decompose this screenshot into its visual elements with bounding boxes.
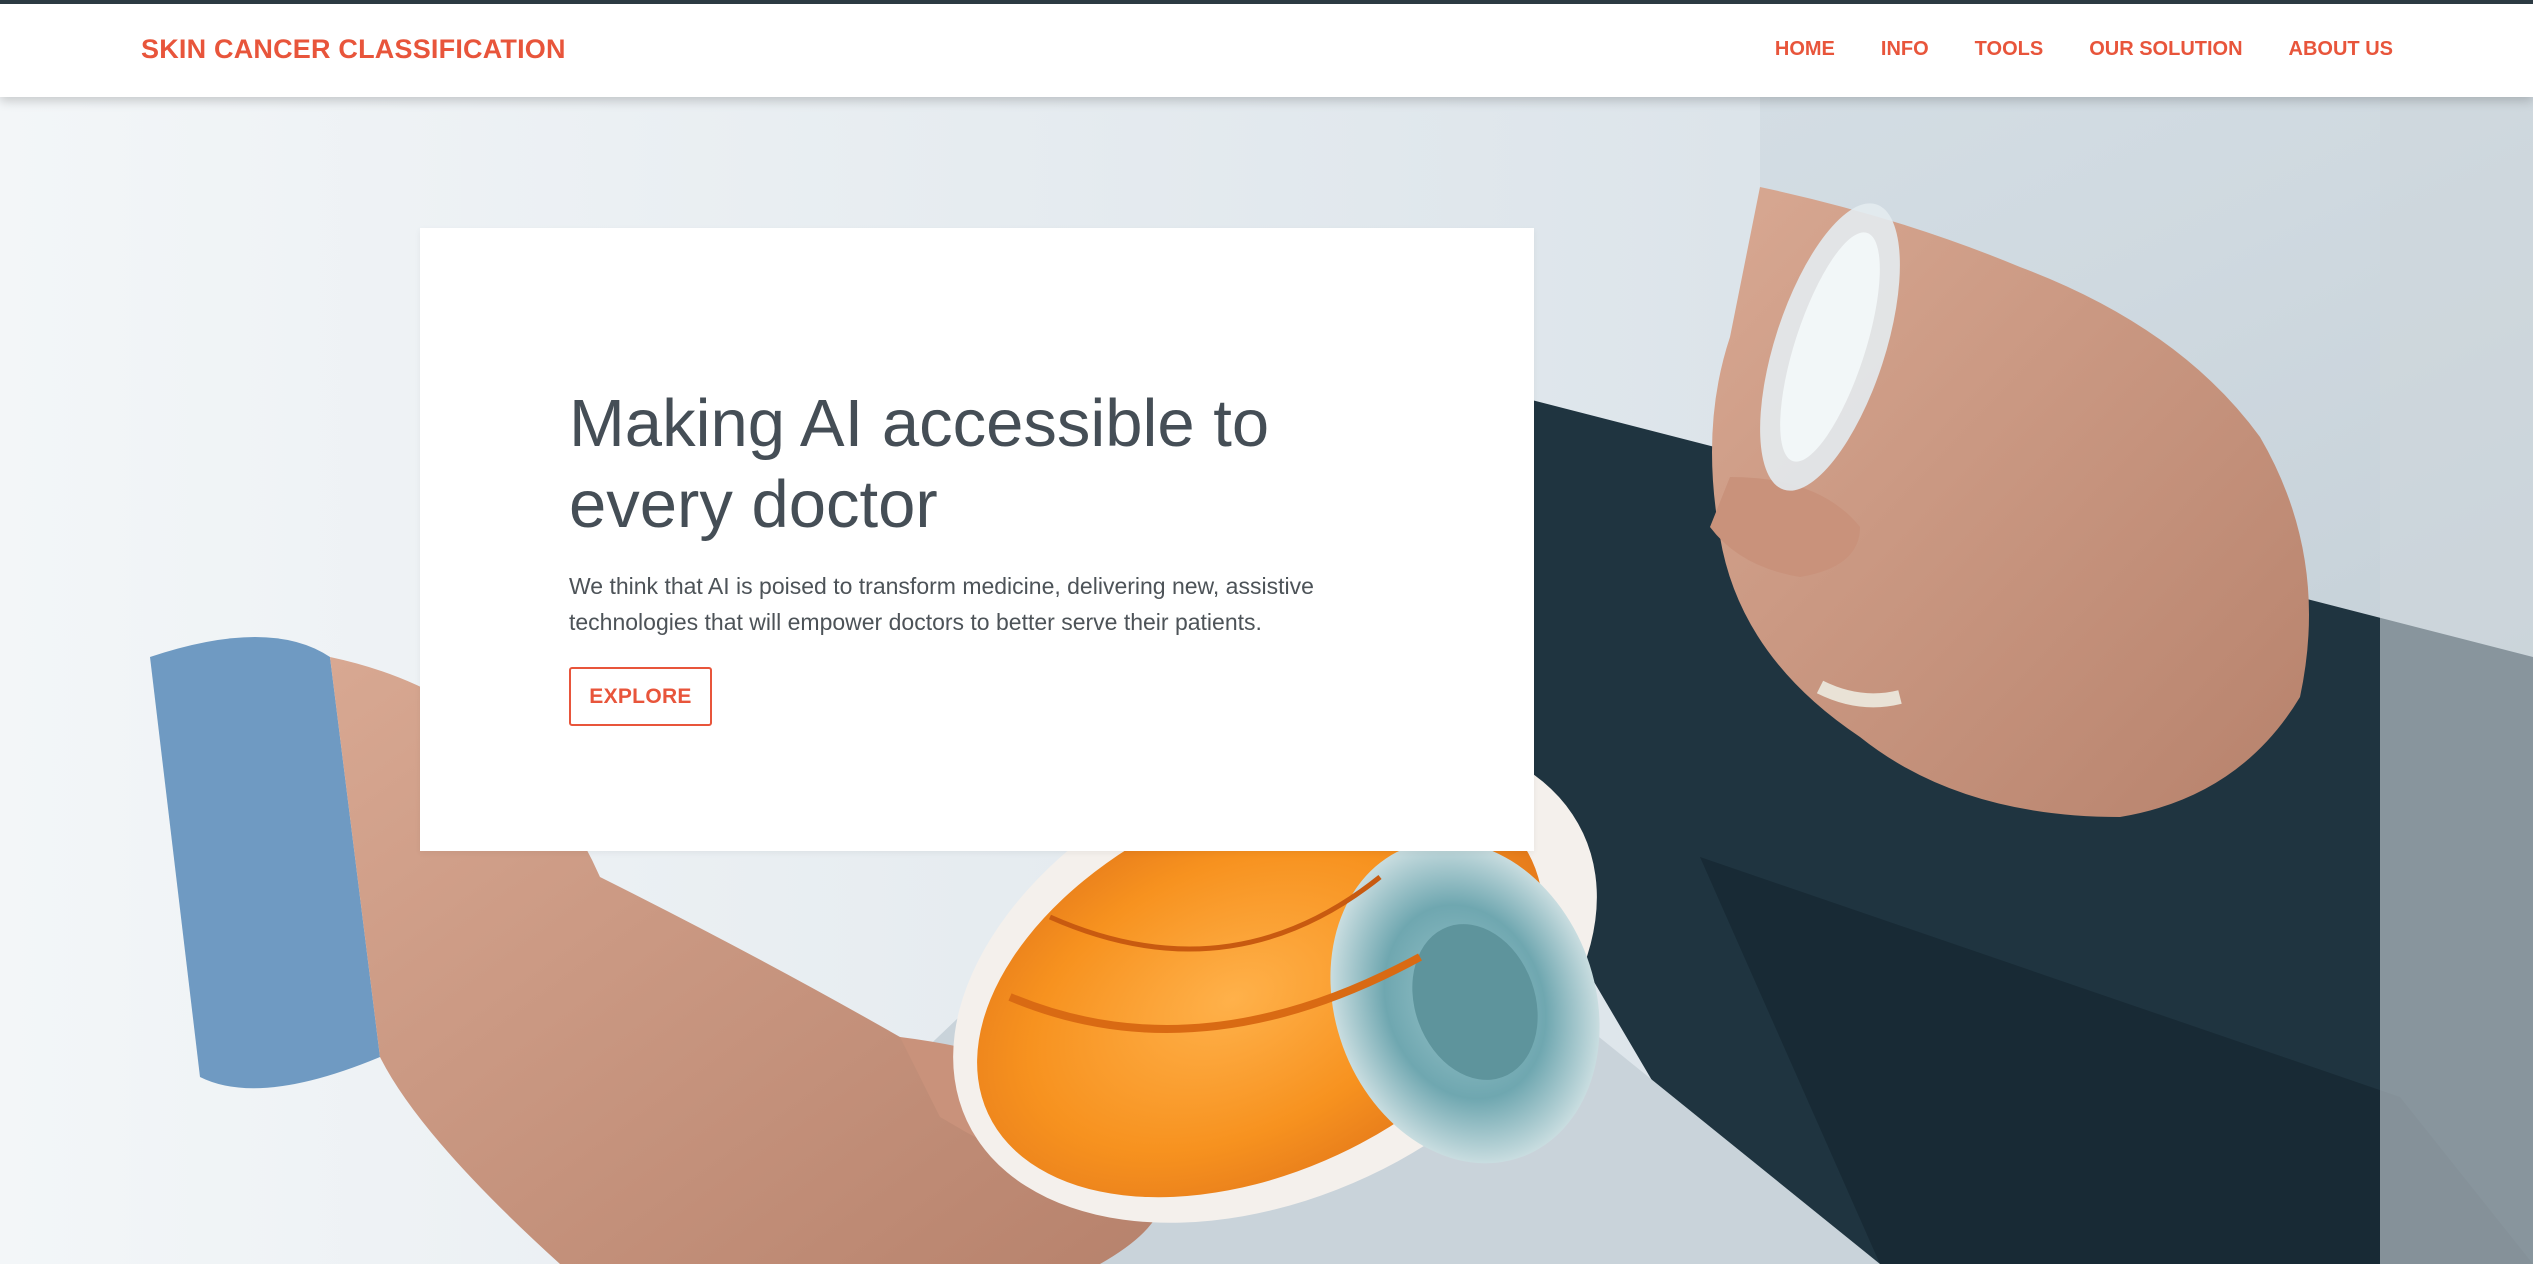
hero-title: Making AI accessible to every doctor (569, 386, 1270, 542)
explore-button[interactable]: EXPLORE (569, 667, 712, 726)
hero-card: Making AI accessible to every doctor We … (420, 228, 1534, 851)
hero-description: We think that AI is poised to transform … (569, 573, 1314, 635)
nav-link-our-solution[interactable]: OUR SOLUTION (2089, 38, 2242, 61)
page: SKIN CANCER CLASSIFICATION HOME INFO TOO… (0, 0, 2533, 1264)
top-border (0, 0, 2533, 4)
nav-link-home[interactable]: HOME (1775, 38, 1835, 61)
brand-logo-link[interactable]: SKIN CANCER CLASSIFICATION (141, 34, 566, 65)
nav-link-info[interactable]: INFO (1881, 38, 1929, 61)
nav-links: HOME INFO TOOLS OUR SOLUTION ABOUT US (1729, 38, 2393, 61)
nav-link-about-us[interactable]: ABOUT US (2289, 38, 2393, 61)
navbar: SKIN CANCER CLASSIFICATION HOME INFO TOO… (0, 4, 2533, 97)
nav-link-tools[interactable]: TOOLS (1975, 38, 2044, 61)
